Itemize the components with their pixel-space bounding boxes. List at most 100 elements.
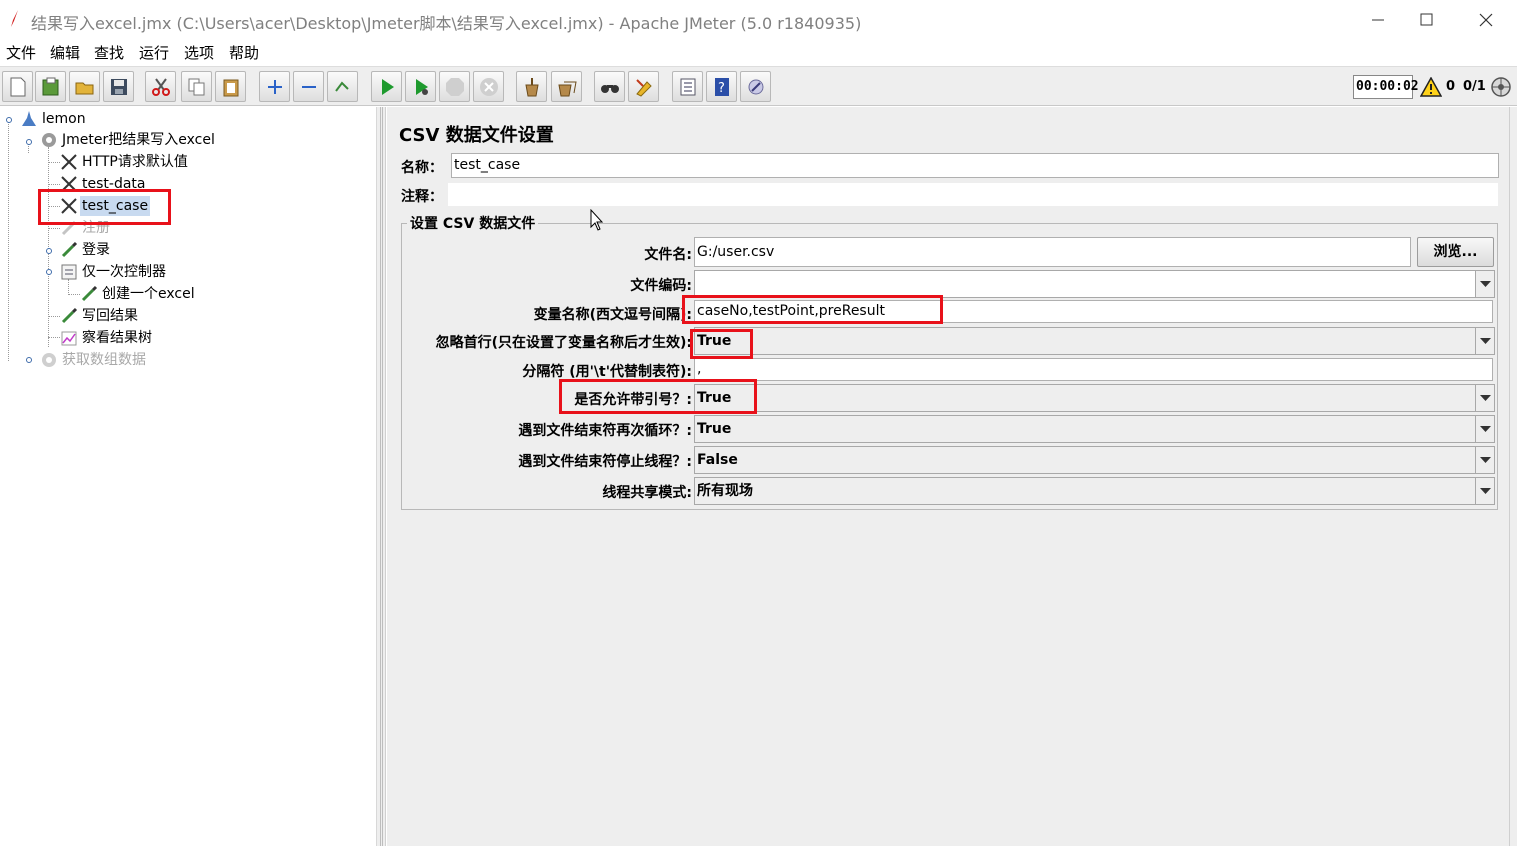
encoding-label: 文件编码: xyxy=(630,278,692,294)
chevron-down-icon xyxy=(1480,426,1491,432)
copy-button[interactable] xyxy=(181,71,212,102)
stop-thread-eof-select[interactable]: False xyxy=(694,446,1495,474)
recycle-eof-value: True xyxy=(697,421,732,437)
expand-handle[interactable] xyxy=(45,247,53,255)
encoding-select[interactable] xyxy=(694,270,1495,298)
stop-thread-eof-value: False xyxy=(697,452,738,468)
varnames-label: 变量名称(西文逗号间隔): xyxy=(533,307,692,323)
highlight-box xyxy=(690,329,753,359)
toggle-button[interactable] xyxy=(327,71,358,102)
reset-search-button[interactable] xyxy=(628,71,659,102)
title-bar: 结果写入excel.jmx (C:\Users\acer\Desktop\Jme… xyxy=(0,0,1517,40)
menu-edit[interactable]: 编辑 xyxy=(50,42,80,63)
sharing-mode-value: 所有现场 xyxy=(697,483,753,499)
templates-icon xyxy=(42,77,59,96)
wrench-icon xyxy=(61,154,77,170)
ignore-first-line-select[interactable]: True xyxy=(694,327,1495,355)
menu-options[interactable]: 选项 xyxy=(184,42,214,63)
cut-button[interactable] xyxy=(145,71,176,102)
shutdown-icon xyxy=(480,78,498,96)
help-button[interactable]: ? xyxy=(706,71,737,102)
gear-icon xyxy=(42,133,56,147)
split-pane-divider[interactable] xyxy=(376,107,386,846)
tree-node-label: 创建一个excel xyxy=(102,286,195,302)
reset-search-icon xyxy=(636,79,652,97)
new-icon xyxy=(10,77,26,97)
clear-button[interactable] xyxy=(516,71,547,102)
highlight-box xyxy=(559,379,757,414)
save-icon xyxy=(111,79,127,95)
expand-handle[interactable] xyxy=(25,356,33,364)
stop-icon xyxy=(446,78,464,96)
remote-button[interactable] xyxy=(740,71,771,102)
open-button[interactable] xyxy=(69,71,100,102)
save-button[interactable] xyxy=(103,71,134,102)
pipette-icon xyxy=(61,241,78,258)
browse-button[interactable]: 浏览... xyxy=(1417,237,1494,267)
test-plan-icon xyxy=(22,111,36,126)
menu-run[interactable]: 运行 xyxy=(139,42,169,63)
svg-text:?: ? xyxy=(718,81,725,96)
toggle-icon xyxy=(335,81,349,92)
collapse-button[interactable] xyxy=(293,71,324,102)
chevron-down-icon xyxy=(1480,488,1491,494)
menu-help[interactable]: 帮助 xyxy=(229,42,259,63)
clear-icon xyxy=(525,78,539,97)
warning-icon[interactable] xyxy=(1420,77,1442,97)
elapsed-timer: 00:00:02 xyxy=(1353,75,1419,99)
search-button[interactable] xyxy=(594,71,625,102)
menu-bar: 文件 编辑 查找 运行 选项 帮助 xyxy=(0,40,1517,64)
tree-node-label: 察看结果树 xyxy=(82,330,152,346)
expand-button[interactable] xyxy=(259,71,290,102)
minimize-button[interactable] xyxy=(1356,4,1402,36)
chevron-down-icon xyxy=(1480,281,1491,287)
delimiter-label: 分隔符 (用'\t'代替制表符): xyxy=(522,364,692,380)
stop-button[interactable] xyxy=(439,71,470,102)
menu-search[interactable]: 查找 xyxy=(94,42,124,63)
chevron-down-icon xyxy=(1480,338,1491,344)
window-title: 结果写入excel.jmx (C:\Users\acer\Desktop\Jme… xyxy=(31,14,862,33)
highlight-box xyxy=(682,295,943,324)
minimize-icon xyxy=(1372,19,1384,21)
tree-node-label: 写回结果 xyxy=(82,308,138,324)
clear-all-button[interactable] xyxy=(551,71,582,102)
expand-handle[interactable] xyxy=(25,138,33,146)
comment-field[interactable] xyxy=(447,182,1499,207)
start-no-pause-button[interactable] xyxy=(405,71,436,102)
sharing-mode-select[interactable]: 所有现场 xyxy=(694,477,1495,505)
recycle-eof-label: 遇到文件结束符再次循环？: xyxy=(518,423,692,439)
remote-icon xyxy=(748,79,764,95)
filename-field[interactable]: G:/user.csv xyxy=(694,237,1411,267)
jmeter-feather-icon xyxy=(11,10,18,27)
collapse-icon xyxy=(302,86,316,88)
paste-button[interactable] xyxy=(215,71,246,102)
templates-button[interactable] xyxy=(35,71,66,102)
pipette-icon xyxy=(81,285,98,302)
start-button[interactable] xyxy=(371,71,402,102)
new-button[interactable] xyxy=(2,71,33,102)
maximize-button[interactable] xyxy=(1404,4,1450,36)
search-icon xyxy=(601,85,619,93)
function-helper-icon xyxy=(680,78,696,96)
function-helper-button[interactable] xyxy=(672,71,703,102)
pipette-icon xyxy=(61,307,78,324)
toolbar: ? 00:00:02 0 0/1 xyxy=(0,66,1517,106)
close-icon xyxy=(1479,13,1493,27)
paste-icon xyxy=(223,79,239,97)
start-no-pause-icon xyxy=(416,79,428,95)
name-field[interactable]: test_case xyxy=(451,153,1499,178)
comment-label: 注释： xyxy=(401,189,443,205)
expand-handle[interactable] xyxy=(45,268,53,276)
allow-quoted-select[interactable]: True xyxy=(694,384,1495,412)
expand-handle[interactable] xyxy=(5,116,13,124)
chevron-down-icon xyxy=(1480,457,1491,463)
close-button[interactable] xyxy=(1462,4,1508,36)
menu-file[interactable]: 文件 xyxy=(6,42,36,63)
tree-node-label: 登录 xyxy=(82,242,110,258)
shutdown-button[interactable] xyxy=(473,71,504,102)
remote-status-icon xyxy=(1491,77,1511,97)
clear-all-icon xyxy=(558,81,577,97)
delimiter-field[interactable]: , xyxy=(694,358,1493,381)
expand-icon xyxy=(268,80,282,94)
recycle-eof-select[interactable]: True xyxy=(694,415,1495,443)
